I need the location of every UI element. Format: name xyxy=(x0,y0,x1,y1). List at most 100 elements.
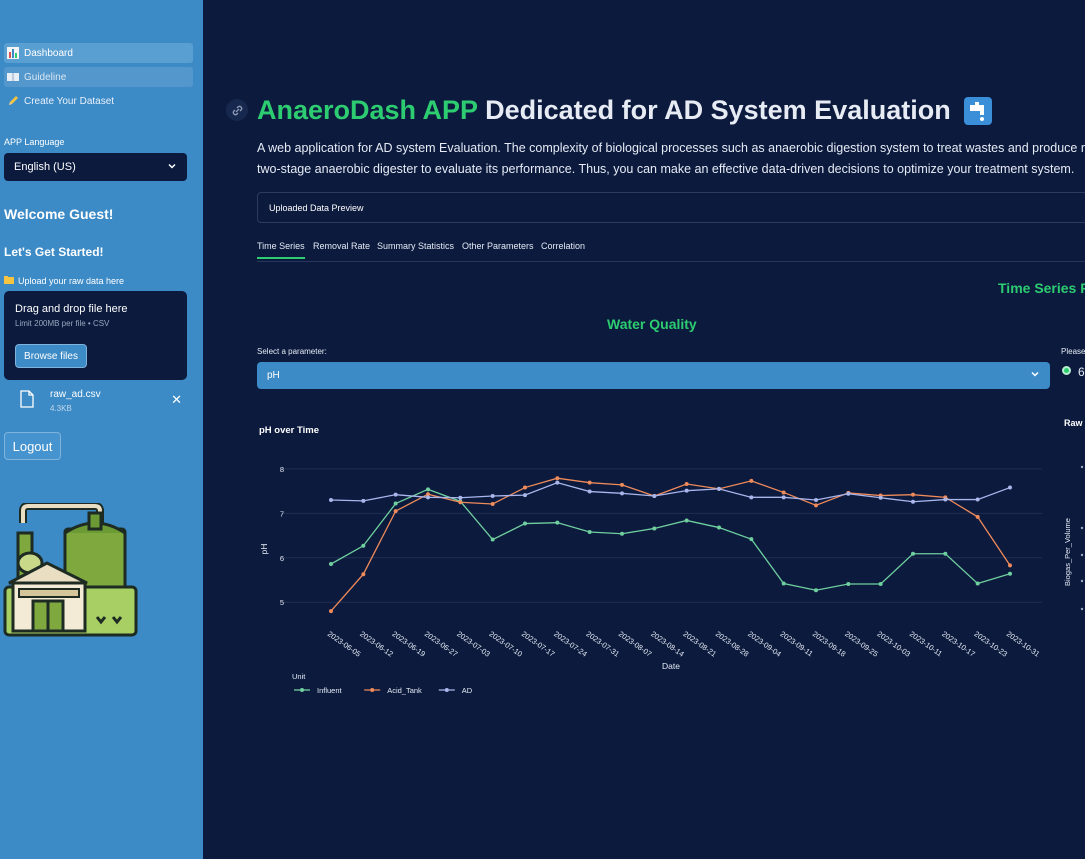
get-started-heading: Let's Get Started! xyxy=(4,245,104,259)
sidebar: Dashboard Guideline Create Your Dataset … xyxy=(0,0,203,859)
radio-button[interactable] xyxy=(1062,366,1071,375)
radio-label: 6 xyxy=(1078,365,1085,379)
data-point xyxy=(975,581,980,586)
language-select[interactable]: English (US) xyxy=(4,153,187,181)
data-point xyxy=(490,494,495,498)
uploaded-data-preview-expander[interactable]: Uploaded Data Preview xyxy=(257,192,1085,223)
x-tick-label: 2023-06-27 xyxy=(423,629,460,658)
data-point xyxy=(911,551,915,556)
y-tick-label: 5 xyxy=(280,598,284,607)
uploaded-file: raw_ad.csv 4.3KB ✕ xyxy=(18,387,188,415)
logout-button[interactable]: Logout xyxy=(4,432,61,460)
series-line-acid_tank xyxy=(330,477,1011,612)
x-tick-label: 2023-07-03 xyxy=(455,629,492,658)
data-point xyxy=(814,503,818,508)
close-icon[interactable]: ✕ xyxy=(171,392,182,408)
data-point xyxy=(1008,563,1012,568)
tab-bar: Time Series Removal Rate Summary Statist… xyxy=(257,239,1085,262)
data-point xyxy=(555,520,560,525)
x-tick-label: 2023-10-11 xyxy=(908,629,944,658)
data-point xyxy=(620,531,624,536)
data-point xyxy=(846,582,851,586)
legend-label: Influent xyxy=(317,686,343,695)
x-tick-label: 2023-07-10 xyxy=(488,629,525,658)
book-icon xyxy=(7,71,19,83)
x-tick-label: 2023-08-14 xyxy=(649,629,686,658)
data-point xyxy=(555,476,560,481)
data-point xyxy=(458,495,463,500)
tab-other-parameters[interactable]: Other Parameters xyxy=(462,241,534,251)
data-point xyxy=(684,518,689,523)
series-line-ad xyxy=(330,481,1011,503)
chevron-down-icon xyxy=(167,161,177,174)
legend-marker xyxy=(300,688,304,692)
welcome-heading: Welcome Guest! xyxy=(4,206,114,222)
legend-title: Unit xyxy=(292,672,306,681)
x-tick-label: 2023-09-04 xyxy=(746,629,783,658)
data-point xyxy=(329,562,333,566)
nav-dashboard[interactable]: Dashboard xyxy=(4,43,193,63)
browse-files-button[interactable]: Browse files xyxy=(15,344,87,368)
folder-icon xyxy=(4,275,14,286)
data-point xyxy=(1008,485,1012,490)
data-point xyxy=(361,543,366,548)
nav-guideline[interactable]: Guideline xyxy=(4,67,193,87)
page-title-row: AnaeroDash APP Dedicated for AD System E… xyxy=(226,92,993,128)
legend-label: AD xyxy=(462,686,473,695)
y-axis-label: pH xyxy=(259,544,269,555)
data-point xyxy=(620,491,624,496)
x-tick-label: 2023-10-31 xyxy=(1005,629,1042,658)
data-point xyxy=(878,582,883,586)
tick-dot xyxy=(1080,607,1084,611)
time-series-heading: Time Series P xyxy=(998,280,1085,296)
data-point xyxy=(329,609,333,614)
data-point xyxy=(911,492,915,497)
dropzone-title: Drag and drop file here xyxy=(15,303,128,315)
data-point xyxy=(523,485,527,490)
data-point xyxy=(749,495,754,500)
data-point xyxy=(814,498,818,502)
data-point xyxy=(781,490,786,495)
data-point xyxy=(587,530,592,534)
language-value: English (US) xyxy=(14,161,76,173)
data-point xyxy=(393,509,398,514)
tick-dot xyxy=(1080,465,1084,469)
parameter-select[interactable]: pH xyxy=(257,362,1050,389)
x-tick-label: 2023-10-17 xyxy=(940,629,977,658)
nav-create-dataset[interactable]: Create Your Dataset xyxy=(4,91,193,111)
tick-dot xyxy=(1080,526,1084,530)
tab-removal-rate[interactable]: Removal Rate xyxy=(313,241,370,251)
data-point xyxy=(943,551,948,556)
link-icon[interactable] xyxy=(226,99,248,121)
faucet-icon xyxy=(964,97,993,126)
data-point xyxy=(555,480,560,485)
chart-icon xyxy=(7,47,19,59)
select-parameter-label: Select a parameter: xyxy=(257,347,327,356)
data-point xyxy=(426,487,430,492)
x-tick-label: 2023-08-21 xyxy=(682,629,719,658)
app-description: A web application for AD system Evaluati… xyxy=(257,138,1085,180)
data-point xyxy=(749,478,754,483)
y-tick-label: 7 xyxy=(280,509,284,518)
data-point xyxy=(620,482,624,487)
data-point xyxy=(426,495,430,500)
y-tick-label: 6 xyxy=(280,554,284,563)
tab-correlation[interactable]: Correlation xyxy=(541,241,585,251)
data-point xyxy=(652,526,657,531)
tab-summary-statistics[interactable]: Summary Statistics xyxy=(377,241,454,251)
raw-chart-title: Raw xyxy=(1064,418,1084,428)
data-point xyxy=(717,525,721,530)
title-rest: Dedicated for AD System Evaluation xyxy=(485,94,951,125)
data-point xyxy=(717,486,721,491)
data-point xyxy=(393,492,398,497)
water-quality-heading: Water Quality xyxy=(607,316,697,332)
file-dropzone[interactable]: Drag and drop file here Limit 200MB per … xyxy=(4,291,187,380)
upload-label-row: Upload your raw data here xyxy=(4,275,124,286)
tick-dot xyxy=(1080,579,1084,583)
data-point xyxy=(943,497,948,502)
tab-time-series[interactable]: Time Series xyxy=(257,241,305,259)
description-line: A web application for AD system Evaluati… xyxy=(257,141,1085,155)
x-tick-label: 2023-08-28 xyxy=(714,629,751,658)
data-point xyxy=(652,494,657,498)
x-tick-label: 2023-08-07 xyxy=(617,629,654,658)
